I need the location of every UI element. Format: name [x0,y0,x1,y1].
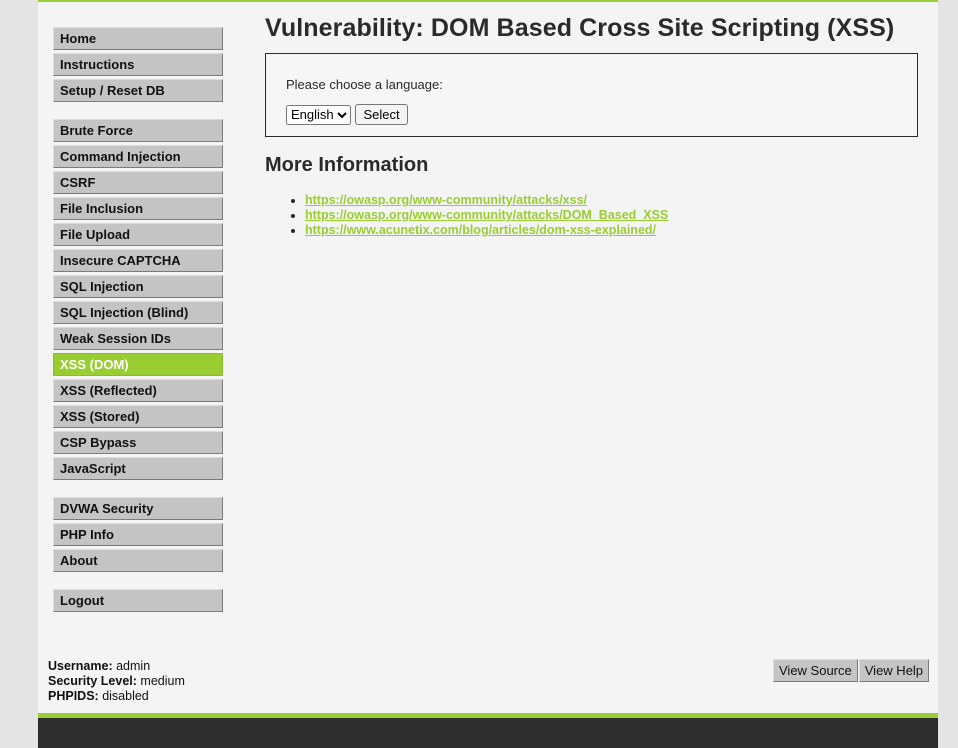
username-value: admin [116,659,151,673]
menu-item-sql-injection-blind[interactable]: SQL Injection (Blind) [53,301,223,324]
menu-item-setup-reset-db[interactable]: Setup / Reset DB [53,79,223,102]
phpids-value: disabled [102,689,149,703]
vulnerable-code-area: Please choose a language: English Select [265,53,918,137]
menu-item-csrf[interactable]: CSRF [53,171,223,194]
menu-item-file-upload[interactable]: File Upload [53,223,223,246]
list-item: https://owasp.org/www-community/attacks/… [305,193,918,208]
menu-group-general: Home Instructions Setup / Reset DB [53,27,223,102]
menu-item-csp-bypass[interactable]: CSP Bypass [53,431,223,454]
security-level-label: Security Level: [48,674,137,688]
top-accent-bar [38,0,938,2]
link-owasp-xss[interactable]: https://owasp.org/www-community/attacks/… [305,193,587,207]
menu-item-file-inclusion[interactable]: File Inclusion [53,197,223,220]
view-source-button[interactable]: View Source [773,659,858,682]
menu-item-xss-reflected[interactable]: XSS (Reflected) [53,379,223,402]
phpids-label: PHPIDS: [48,689,99,703]
username-label: Username: [48,659,113,673]
menu-item-command-injection[interactable]: Command Injection [53,145,223,168]
page-title: Vulnerability: DOM Based Cross Site Scri… [265,14,895,42]
link-acunetix-dom-xss[interactable]: https://www.acunetix.com/blog/articles/d… [305,223,656,237]
menu-item-javascript[interactable]: JavaScript [53,457,223,480]
list-item: https://owasp.org/www-community/attacks/… [305,208,918,223]
footer-buttons: View Source View Help [773,659,930,682]
menu-group-logout: Logout [53,589,223,612]
main-body: Vulnerability: DOM Based Cross Site Scri… [265,14,918,238]
menu-item-weak-session-ids[interactable]: Weak Session IDs [53,327,223,350]
menu-group-vulnerabilities: Brute Force Command Injection CSRF File … [53,119,223,480]
page-container: Home Instructions Setup / Reset DB Brute… [38,0,938,748]
more-info-links: https://owasp.org/www-community/attacks/… [265,193,918,238]
menu-item-brute-force[interactable]: Brute Force [53,119,223,142]
menu-item-xss-dom[interactable]: XSS (DOM) [53,353,223,376]
menu-item-logout[interactable]: Logout [53,589,223,612]
security-level-value: medium [140,674,185,688]
menu-item-instructions[interactable]: Instructions [53,53,223,76]
menu-item-home[interactable]: Home [53,27,223,50]
menu-item-about[interactable]: About [53,549,223,572]
link-owasp-dom-xss[interactable]: https://owasp.org/www-community/attacks/… [305,208,668,222]
security-level-line: Security Level: medium [48,674,185,689]
list-item: https://www.acunetix.com/blog/articles/d… [305,223,918,238]
menu-item-insecure-captcha[interactable]: Insecure CAPTCHA [53,249,223,272]
language-select[interactable]: English [286,104,351,125]
menu-item-dvwa-security[interactable]: DVWA Security [53,497,223,520]
language-prompt: Please choose a language: [286,77,443,92]
phpids-line: PHPIDS: disabled [48,689,185,704]
username-line: Username: admin [48,659,185,674]
more-info-heading: More Information [265,154,429,176]
view-help-button[interactable]: View Help [858,659,930,682]
system-info: Username: admin Security Level: medium P… [48,659,185,704]
menu-item-xss-stored[interactable]: XSS (Stored) [53,405,223,428]
main-menu: Home Instructions Setup / Reset DB Brute… [53,27,223,629]
select-button[interactable]: Select [355,104,408,125]
menu-item-php-info[interactable]: PHP Info [53,523,223,546]
menu-item-sql-injection[interactable]: SQL Injection [53,275,223,298]
menu-group-settings: DVWA Security PHP Info About [53,497,223,572]
